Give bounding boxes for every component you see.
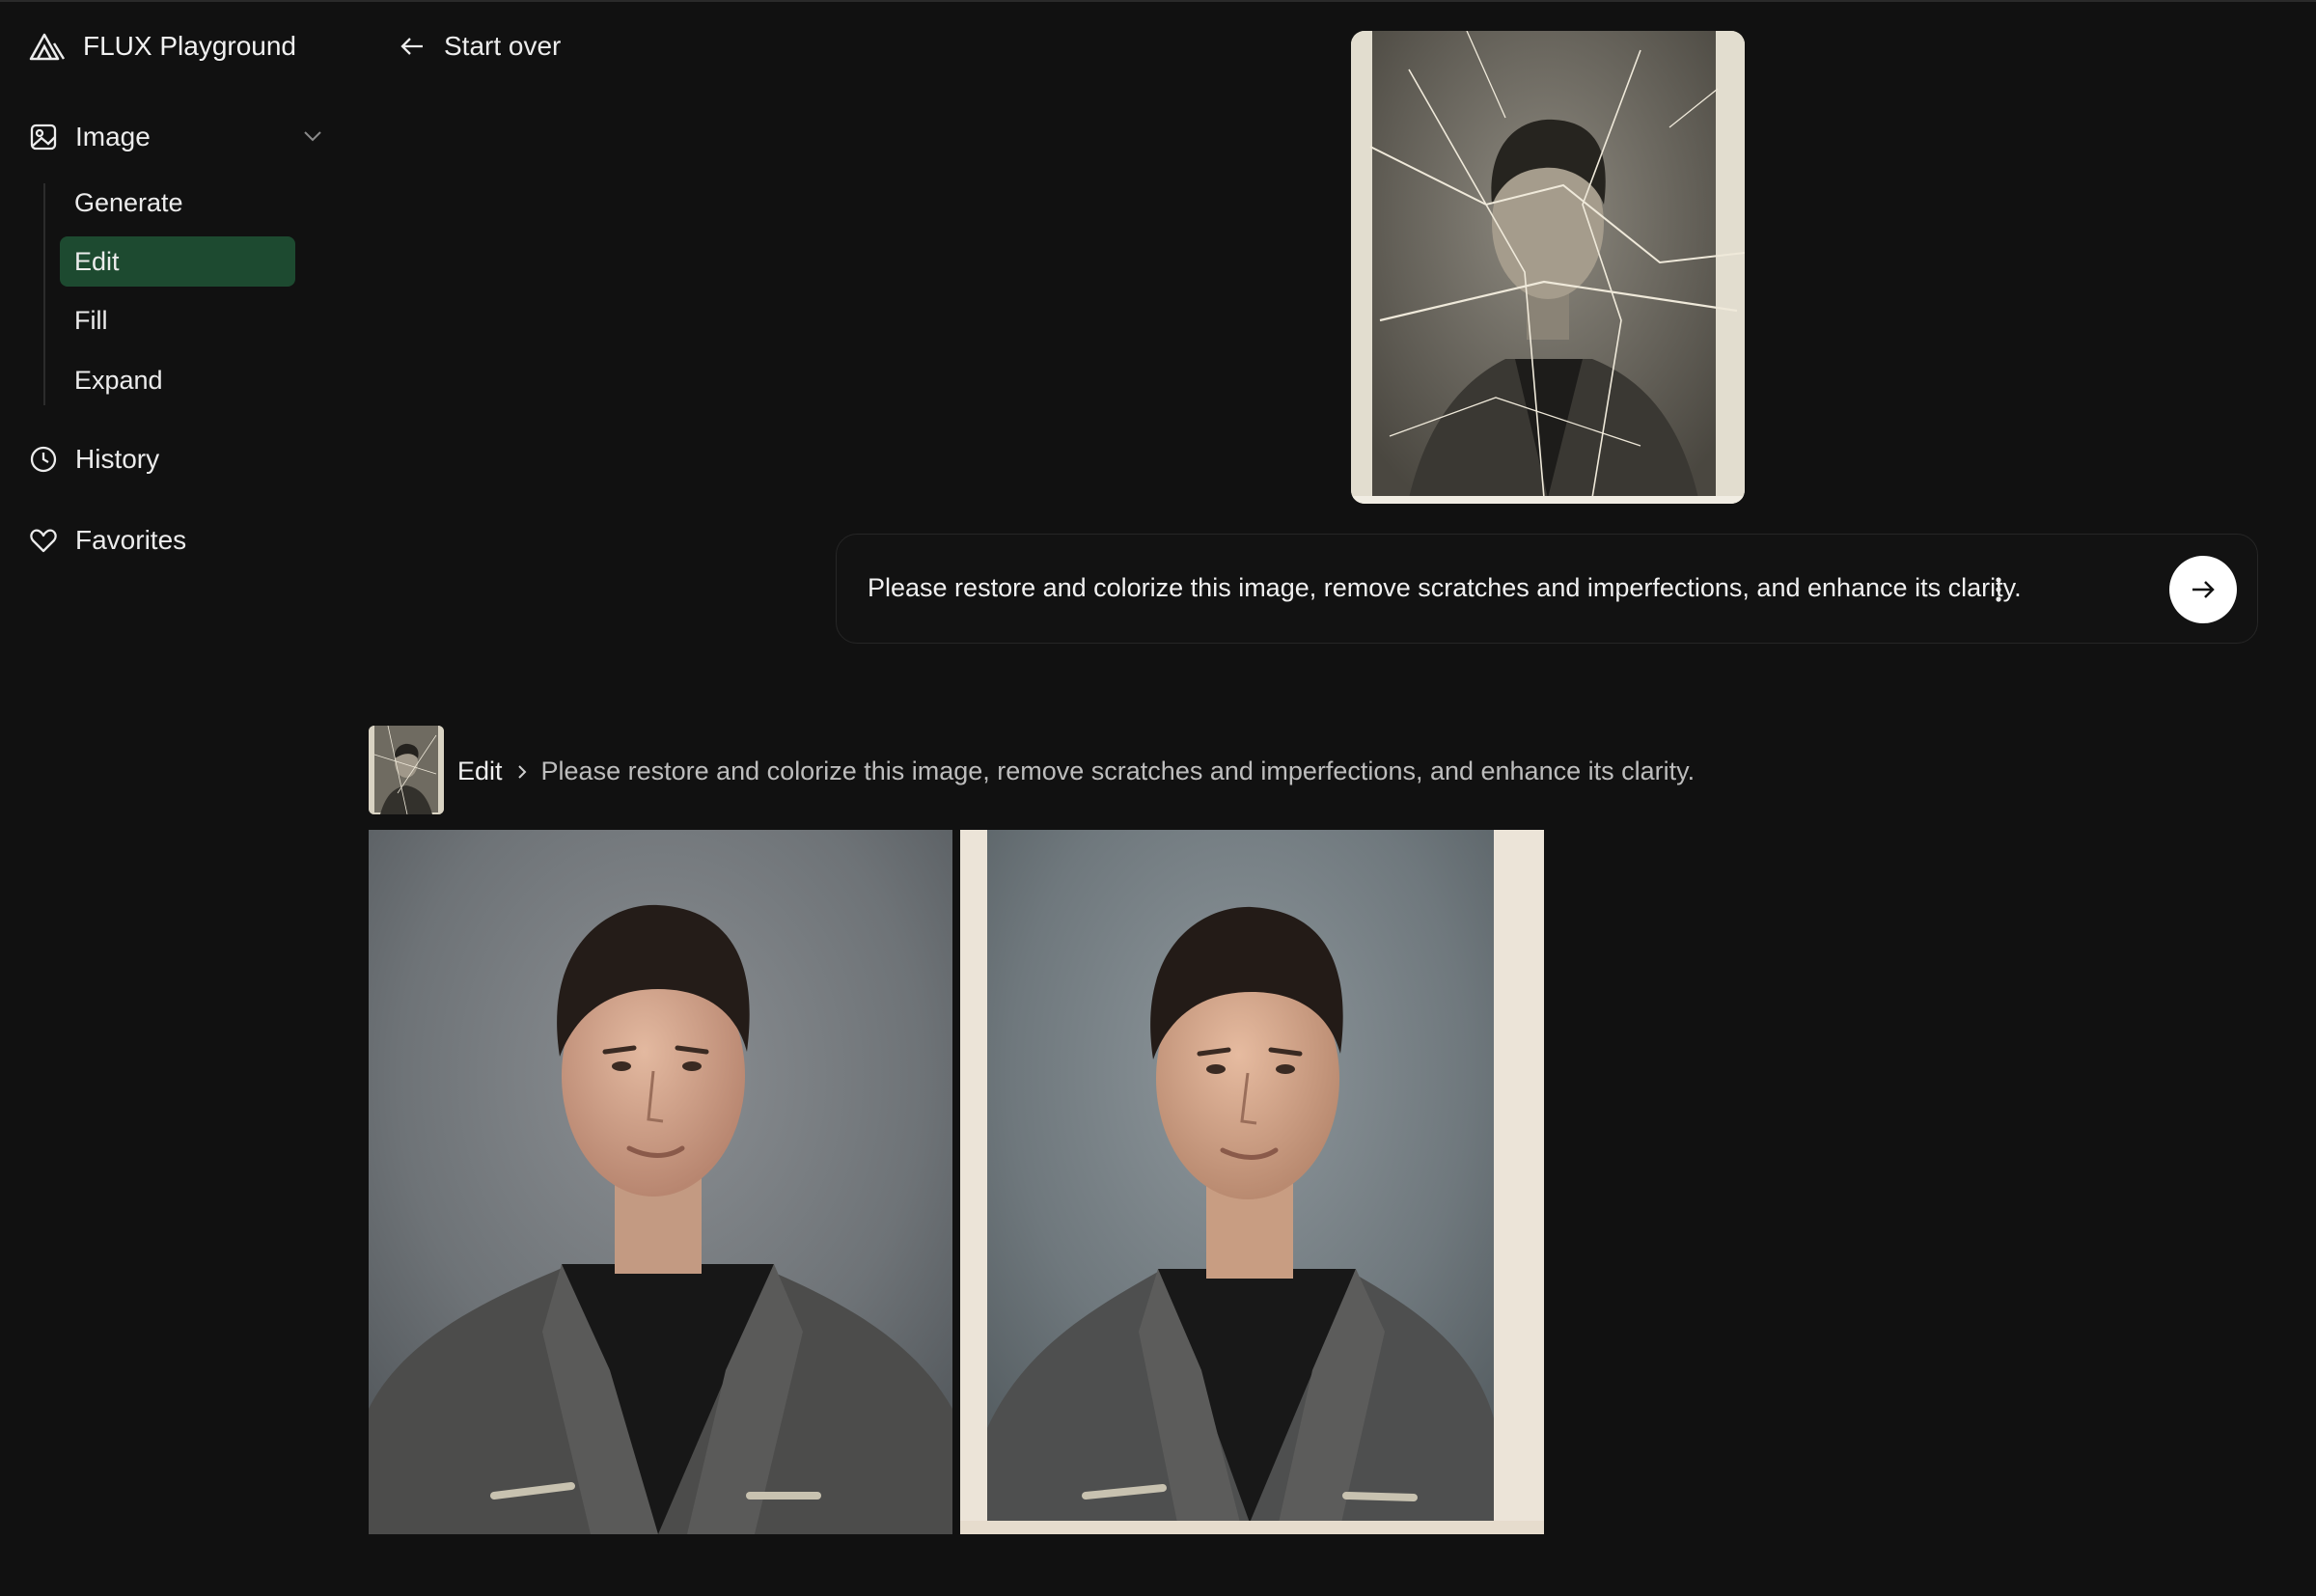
result-image-2[interactable] — [960, 830, 1544, 1534]
window-top-border — [0, 0, 2316, 2]
sidebar-item-generate[interactable]: Generate — [60, 178, 295, 228]
sidebar: FLUX Playground Image Generate Edit Fill… — [0, 0, 338, 1596]
heart-icon — [30, 529, 57, 553]
entry-breadcrumb: Edit Please restore and colorize this im… — [457, 757, 1695, 786]
image-icon — [30, 124, 57, 151]
more-options-button[interactable] — [1975, 564, 2022, 616]
thumbnail-illustration — [369, 726, 444, 814]
sidebar-section-image[interactable]: Image — [29, 122, 323, 152]
restored-photo-illustration — [369, 830, 952, 1534]
damaged-photo-illustration — [1351, 31, 1745, 504]
brand[interactable]: FLUX Playground — [29, 31, 296, 62]
sidebar-section-label: Image — [75, 122, 151, 151]
start-over-button[interactable]: Start over — [400, 31, 561, 62]
entry-mode[interactable]: Edit — [457, 757, 503, 786]
entry-thumbnail[interactable] — [369, 726, 444, 814]
send-button[interactable] — [2169, 556, 2237, 623]
sidebar-item-label: Favorites — [75, 525, 187, 555]
clock-icon — [30, 446, 57, 473]
sidebar-item-expand[interactable]: Expand — [60, 355, 295, 405]
more-vertical-icon — [1996, 577, 2001, 602]
chevron-down-icon[interactable] — [302, 129, 323, 143]
prompt-input[interactable]: Please restore and colorize this image, … — [868, 573, 2022, 603]
result-image-1[interactable] — [369, 830, 952, 1534]
arrow-left-icon — [400, 38, 423, 55]
source-image[interactable] — [1351, 31, 1745, 504]
sidebar-item-edit[interactable]: Edit — [60, 236, 295, 287]
entry-prompt: Please restore and colorize this image, … — [540, 757, 1696, 785]
sidebar-item-history[interactable]: History — [29, 444, 159, 475]
restored-photo-illustration — [960, 830, 1544, 1534]
sidebar-item-favorites[interactable]: Favorites — [29, 525, 186, 556]
start-over-label: Start over — [444, 31, 562, 61]
sidebar-item-fill[interactable]: Fill — [60, 295, 295, 345]
chevron-right-icon — [517, 764, 526, 779]
arrow-right-icon — [2192, 581, 2215, 598]
sidebar-item-label: History — [75, 444, 160, 474]
app-title: FLUX Playground — [83, 31, 297, 61]
submenu-divider — [43, 183, 45, 405]
prompt-input-box[interactable]: Please restore and colorize this image, … — [836, 534, 2258, 644]
flux-logo-icon — [29, 33, 66, 61]
